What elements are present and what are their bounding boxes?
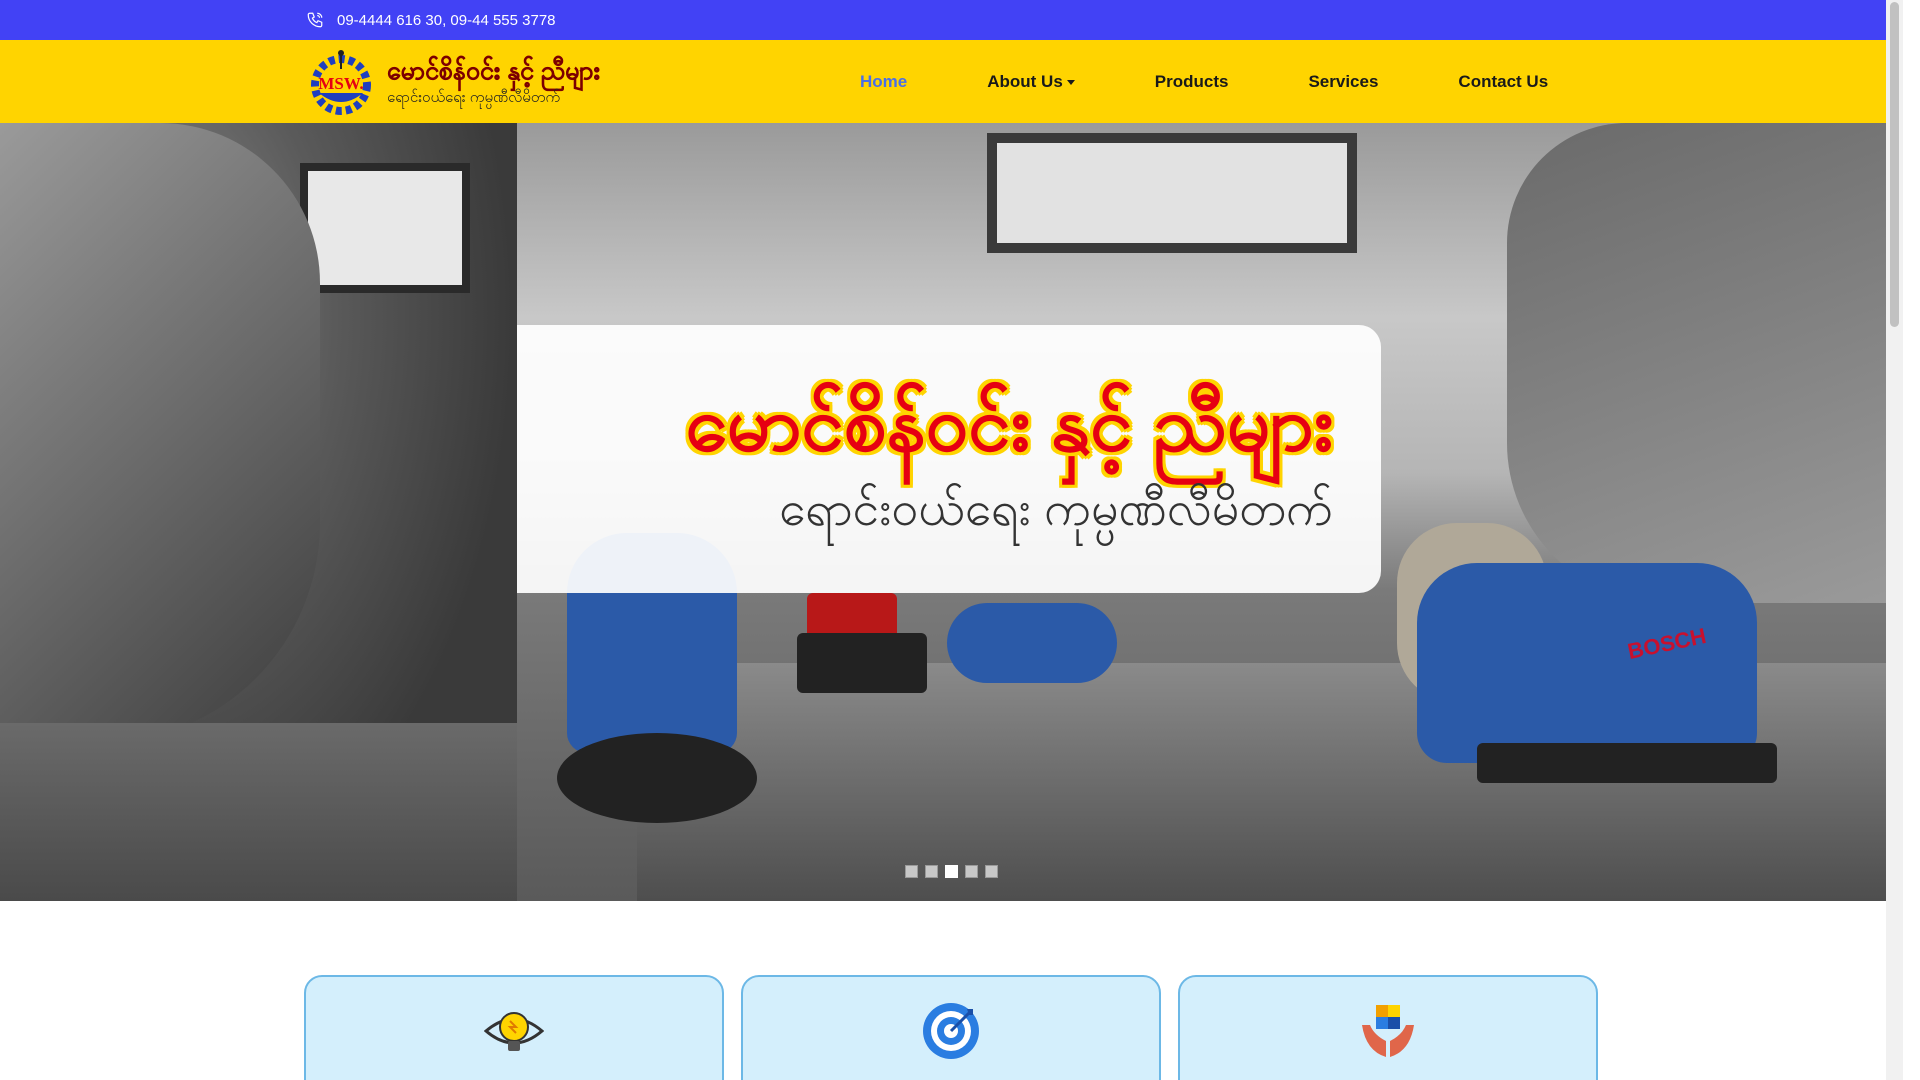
nav-about-us-label: About Us	[987, 71, 1063, 91]
workshop-window	[300, 163, 470, 293]
workshop-window-2	[987, 133, 1357, 253]
feature-card-vision[interactable]	[304, 975, 724, 1080]
page-scrollbar[interactable]	[1886, 0, 1903, 1080]
nav-contact-us[interactable]: Contact Us	[1458, 72, 1548, 92]
carousel-dot-2[interactable]	[925, 865, 938, 878]
feature-card-values[interactable]	[1178, 975, 1598, 1080]
top-contact-bar: 09-4444 616 30, 09-44 555 3778	[0, 0, 1903, 40]
phone-numbers: 09-4444 616 30, 09-44 555 3778	[337, 11, 556, 29]
carousel-dot-5[interactable]	[985, 865, 998, 878]
hero-banner: မောင်စိန်ဝင်း နှင့် ညီများ ရောင်းဝယ်ရေး …	[517, 325, 1381, 593]
site-header: MSW. မောင်စိန်ဝင်း နှင့် ညီများ ရောင်းဝယ…	[0, 40, 1903, 123]
hero-photo-left	[0, 123, 517, 901]
target-icon	[921, 1001, 981, 1061]
nav-about-us[interactable]: About Us	[987, 72, 1075, 92]
logo-title: မောင်စိန်ဝင်း နှင့် ညီများ	[387, 56, 600, 85]
carousel-dot-4[interactable]	[965, 865, 978, 878]
lightbulb-eye-icon	[484, 1001, 544, 1061]
feature-cards	[304, 975, 1598, 1080]
workshop-floor	[0, 723, 517, 901]
carousel-indicators	[905, 865, 998, 878]
bosch-brand-label: BOSCH	[1627, 623, 1708, 663]
logo-text: မောင်စိန်ဝင်း နှင့် ညီများ ရောင်းဝယ်ရေး …	[387, 56, 600, 108]
logo-subtitle: ရောင်းဝယ်ရေး ကုမ္ပဏီလီမိတက်	[387, 88, 561, 106]
nav-products[interactable]: Products	[1155, 72, 1229, 92]
nav-home[interactable]: Home	[860, 72, 907, 92]
nav-services[interactable]: Services	[1308, 72, 1378, 92]
logo-gear-icon: MSW.	[305, 49, 377, 115]
chevron-down-icon	[1066, 79, 1075, 85]
logo-mark-text: MSW.	[318, 74, 363, 93]
hero-banner-title: မောင်စိန်ဝင်း နှင့် ညီများ	[685, 382, 1333, 467]
carousel-dot-3[interactable]	[945, 865, 958, 878]
feature-card-mission[interactable]	[741, 975, 1161, 1080]
main-nav: Home About Us Products Services Contact …	[860, 40, 1548, 123]
page: 09-4444 616 30, 09-44 555 3778 MSW. မောင…	[0, 0, 1903, 1080]
hands-puzzle-icon	[1358, 1001, 1418, 1061]
carousel-dot-1[interactable]	[905, 865, 918, 878]
hero-banner-subtitle: ရောင်းဝယ်ရေး ကုမ္ပဏီလီမိတက်	[779, 483, 1333, 536]
phone-icon	[305, 10, 325, 30]
hero-carousel[interactable]: BOSCH မောင်စိန်ဝင်း နှင့် ညီများ ရောင်းဝ…	[0, 123, 1903, 901]
scrollbar-thumb[interactable]	[1890, 2, 1899, 327]
site-logo[interactable]: MSW. မောင်စိန်ဝင်း နှင့် ညီများ ရောင်းဝယ…	[305, 49, 600, 115]
